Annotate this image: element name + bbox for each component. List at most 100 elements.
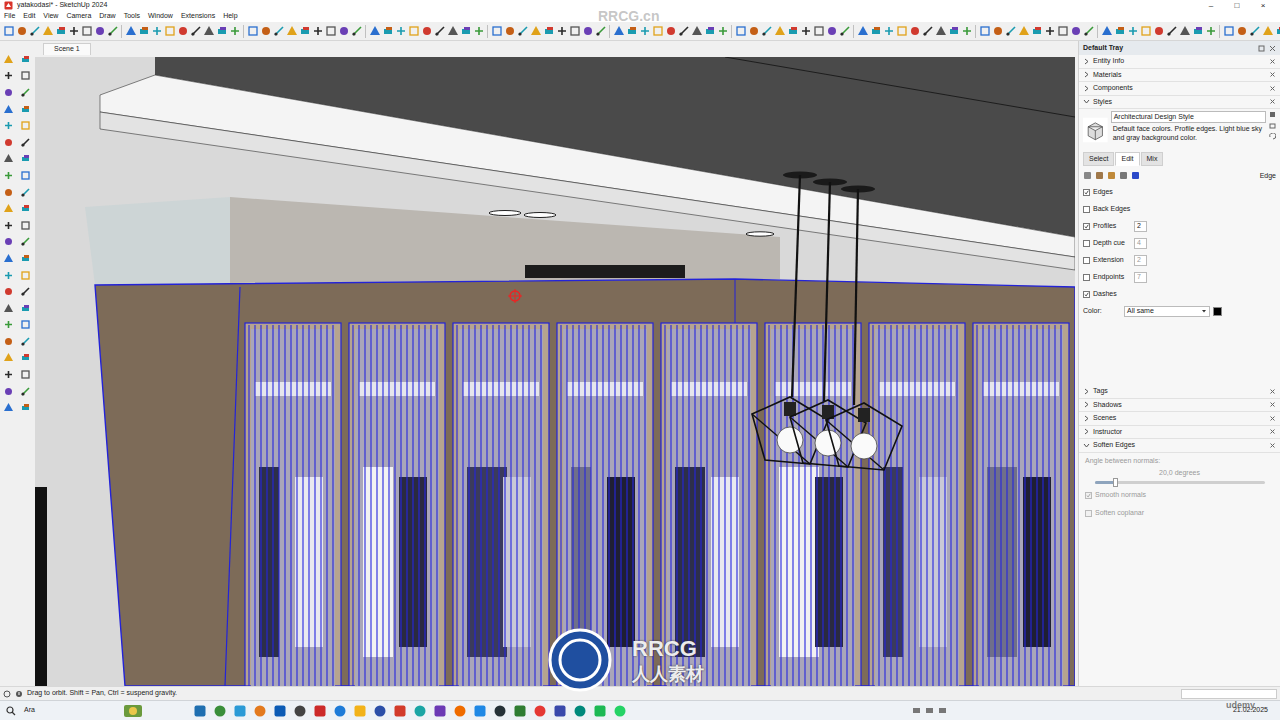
tool-icon[interactable] bbox=[1101, 25, 1113, 37]
tool-icon[interactable] bbox=[3, 120, 14, 131]
tool-icon[interactable] bbox=[1205, 25, 1217, 37]
taskbar-app-icon[interactable] bbox=[474, 705, 486, 717]
taskbar-app-icon[interactable] bbox=[554, 705, 566, 717]
tool-icon[interactable] bbox=[1166, 25, 1178, 37]
tool-icon[interactable] bbox=[20, 253, 31, 264]
measurements-field[interactable] bbox=[1181, 689, 1277, 699]
tool-icon[interactable] bbox=[3, 137, 14, 148]
tray-section[interactable]: Entity Info bbox=[1079, 55, 1280, 69]
taskbar-app-icon[interactable] bbox=[234, 705, 246, 717]
tool-icon[interactable] bbox=[1153, 25, 1165, 37]
tool-icon[interactable] bbox=[870, 25, 882, 37]
dropdown-arrow-icon[interactable] bbox=[1201, 308, 1207, 314]
tool-icon[interactable] bbox=[408, 25, 420, 37]
color-value[interactable]: All same bbox=[1127, 307, 1154, 315]
tool-icon[interactable] bbox=[800, 25, 812, 37]
tool-icon[interactable] bbox=[395, 25, 407, 37]
close-icon[interactable] bbox=[1269, 442, 1276, 449]
system-tray-icon[interactable] bbox=[938, 706, 947, 715]
tool-icon[interactable] bbox=[29, 25, 41, 37]
tool-icon[interactable] bbox=[16, 25, 28, 37]
tool-icon[interactable] bbox=[1005, 25, 1017, 37]
tool-icon[interactable] bbox=[3, 25, 15, 37]
tool-icon[interactable] bbox=[20, 270, 31, 281]
tool-icon[interactable] bbox=[3, 54, 14, 65]
tool-icon[interactable] bbox=[203, 25, 215, 37]
tool-icon[interactable] bbox=[20, 352, 31, 363]
tool-icon[interactable] bbox=[20, 153, 31, 164]
setting-label[interactable]: Dashes bbox=[1093, 290, 1131, 298]
tool-icon[interactable] bbox=[473, 25, 485, 37]
setting-value[interactable]: 2 bbox=[1134, 221, 1147, 231]
edge-setting[interactable]: Back Edges bbox=[1083, 202, 1276, 216]
tool-icon[interactable] bbox=[1031, 25, 1043, 37]
style-setting-icon[interactable] bbox=[1083, 171, 1092, 180]
update-style-icon[interactable] bbox=[1269, 133, 1276, 140]
close-icon[interactable] bbox=[1269, 58, 1276, 65]
tool-icon[interactable] bbox=[20, 236, 31, 247]
menu-item[interactable]: Extensions bbox=[181, 12, 215, 20]
tool-icon[interactable] bbox=[1275, 25, 1280, 37]
tool-icon[interactable] bbox=[613, 25, 625, 37]
section-title[interactable]: Soften Edges bbox=[1093, 441, 1135, 449]
chevron-icon[interactable] bbox=[1083, 401, 1090, 408]
taskbar-app-icon[interactable] bbox=[574, 705, 586, 717]
taskbar-app-icon[interactable] bbox=[514, 705, 526, 717]
tool-icon[interactable] bbox=[369, 25, 381, 37]
edge-setting[interactable]: Profiles2 bbox=[1083, 219, 1276, 233]
tool-icon[interactable] bbox=[20, 336, 31, 347]
setting-label[interactable]: Back Edges bbox=[1093, 205, 1131, 213]
tray-section[interactable]: Styles bbox=[1079, 96, 1280, 110]
close-icon[interactable] bbox=[1269, 415, 1276, 422]
style-setting-icon[interactable] bbox=[1107, 171, 1116, 180]
taskbar-app-icon[interactable] bbox=[394, 705, 406, 717]
tray-section[interactable]: Scenes bbox=[1079, 412, 1280, 426]
tool-icon[interactable] bbox=[3, 286, 14, 297]
tool-icon[interactable] bbox=[639, 25, 651, 37]
tool-icon[interactable] bbox=[1192, 25, 1204, 37]
tool-icon[interactable] bbox=[338, 25, 350, 37]
taskbar-app-icon[interactable] bbox=[454, 705, 466, 717]
tool-icon[interactable] bbox=[582, 25, 594, 37]
tool-icon[interactable] bbox=[543, 25, 555, 37]
create-style-icon[interactable] bbox=[1269, 122, 1276, 129]
taskbar-app-icon[interactable] bbox=[314, 705, 326, 717]
tool-icon[interactable] bbox=[20, 170, 31, 181]
tool-icon[interactable] bbox=[595, 25, 607, 37]
edge-setting[interactable]: Depth cue4 bbox=[1083, 236, 1276, 250]
tool-icon[interactable] bbox=[1179, 25, 1191, 37]
angle-slider[interactable] bbox=[1095, 481, 1265, 484]
tool-icon[interactable] bbox=[735, 25, 747, 37]
tool-icon[interactable] bbox=[20, 137, 31, 148]
edge-setting[interactable]: Endpoints7 bbox=[1083, 270, 1276, 284]
tool-icon[interactable] bbox=[1223, 25, 1235, 37]
setting-label[interactable]: Profiles bbox=[1093, 222, 1131, 230]
angle-slider-knob[interactable] bbox=[1113, 478, 1118, 487]
taskbar-search[interactable]: Ara bbox=[20, 704, 120, 718]
taskbar-app-icon[interactable] bbox=[534, 705, 546, 717]
tool-icon[interactable] bbox=[20, 303, 31, 314]
taskbar-app-icon[interactable] bbox=[374, 705, 386, 717]
menu-item[interactable]: File bbox=[4, 12, 15, 20]
section-title[interactable]: Entity Info bbox=[1093, 57, 1124, 65]
tool-icon[interactable] bbox=[1262, 25, 1274, 37]
search-icon[interactable] bbox=[6, 706, 16, 716]
tool-icon[interactable] bbox=[1140, 25, 1152, 37]
tool-icon[interactable] bbox=[3, 170, 14, 181]
tool-icon[interactable] bbox=[922, 25, 934, 37]
tool-icon[interactable] bbox=[247, 25, 259, 37]
tool-icon[interactable] bbox=[325, 25, 337, 37]
menu-item[interactable]: Draw bbox=[99, 12, 115, 20]
tray-section[interactable]: Instructor bbox=[1079, 426, 1280, 440]
setting-label[interactable]: Endpoints bbox=[1093, 273, 1131, 281]
tool-icon[interactable] bbox=[299, 25, 311, 37]
tray-section[interactable]: Materials bbox=[1079, 69, 1280, 83]
setting-label[interactable]: Depth cue bbox=[1093, 239, 1131, 247]
taskbar-app-icon[interactable] bbox=[334, 705, 346, 717]
tray-section[interactable]: Components bbox=[1079, 82, 1280, 96]
menu-item[interactable]: View bbox=[43, 12, 58, 20]
tool-icon[interactable] bbox=[177, 25, 189, 37]
tool-icon[interactable] bbox=[774, 25, 786, 37]
taskbar-app-icon[interactable] bbox=[614, 705, 626, 717]
menu-item[interactable]: Edit bbox=[23, 12, 35, 20]
